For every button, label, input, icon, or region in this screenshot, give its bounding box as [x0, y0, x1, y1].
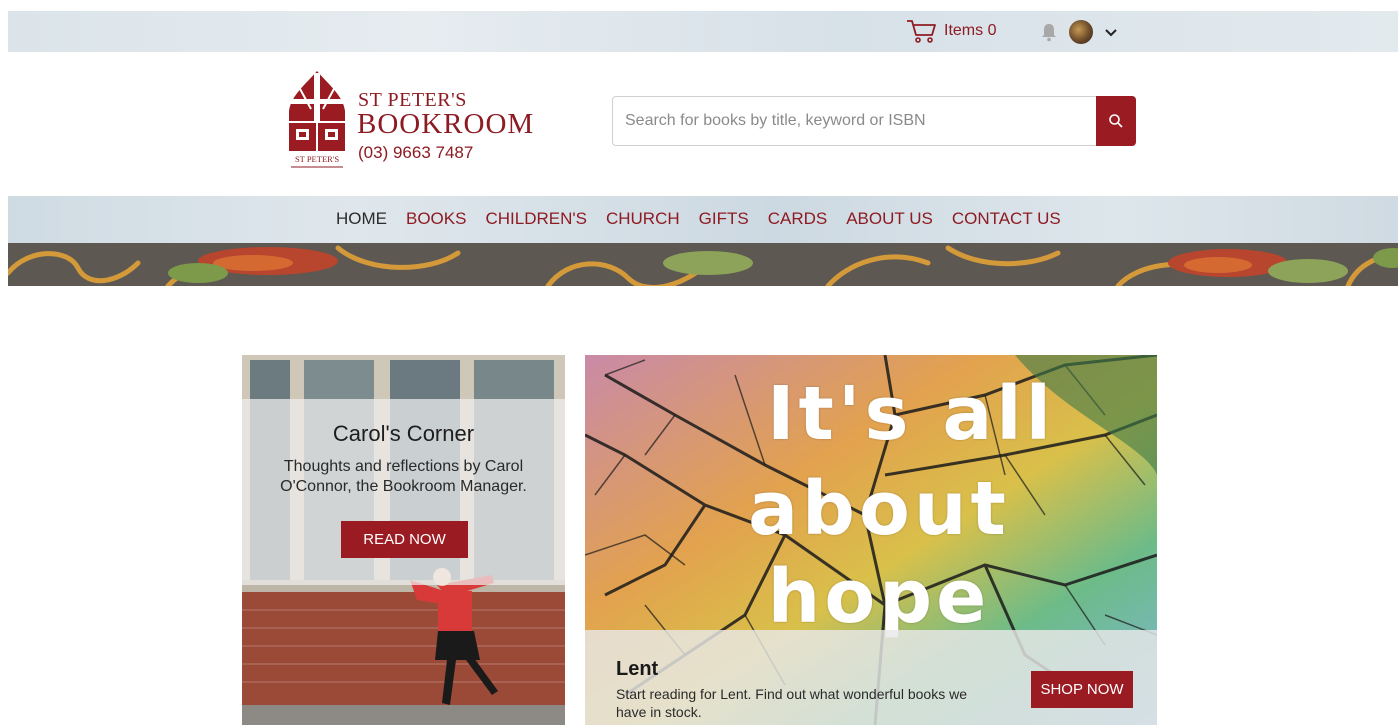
nav-item-church[interactable]: CHURCH — [606, 209, 680, 229]
search-button[interactable] — [1096, 96, 1136, 146]
main-nav: HOME BOOKS CHILDREN'S CHURCH GIFTS CARDS… — [8, 196, 1398, 243]
search-icon — [1109, 114, 1123, 128]
carols-corner-card: Carol's Corner Thoughts and reflections … — [242, 355, 565, 725]
nav-item-childrens[interactable]: CHILDREN'S — [485, 209, 587, 229]
cart-items-count: Items 0 — [944, 22, 997, 39]
avatar[interactable] — [1069, 20, 1093, 44]
nav-item-gifts[interactable]: GIFTS — [699, 209, 749, 229]
shop-now-button[interactable]: SHOP NOW — [1031, 671, 1133, 708]
phone-number[interactable]: (03) 9663 7487 — [358, 143, 473, 163]
lent-description: Start reading for Lent. Find out what wo… — [616, 686, 967, 720]
logo[interactable]: ST PETER'S — [285, 69, 349, 173]
nav-item-contact-us[interactable]: CONTACT US — [952, 209, 1061, 229]
carol-description: Thoughts and reflections by Carol O'Conn… — [280, 458, 527, 495]
search-bar — [612, 96, 1136, 146]
top-bar — [8, 11, 1398, 52]
nav-item-cards[interactable]: CARDS — [768, 209, 828, 229]
cart-icon — [907, 20, 936, 43]
bell-icon[interactable] — [1040, 22, 1058, 42]
banner-line-3: hope — [767, 554, 991, 640]
nav-item-books[interactable]: BOOKS — [406, 209, 466, 229]
banner-line-1: It's all — [766, 371, 1056, 457]
logo-caption: ST PETER'S — [295, 154, 339, 164]
decorative-banner — [8, 243, 1398, 286]
nav-item-about-us[interactable]: ABOUT US — [846, 209, 933, 229]
carol-title: Carol's Corner — [332, 421, 475, 446]
cart-button[interactable]: Items 0 — [906, 18, 996, 44]
lent-card: It's all about hope Lent Start reading f… — [585, 355, 1157, 725]
search-input[interactable] — [613, 97, 1097, 145]
nav-item-home[interactable]: HOME — [336, 209, 387, 229]
banner-line-2: about — [748, 466, 1010, 552]
brand-name-line2: BOOKROOM — [357, 108, 535, 140]
read-now-button[interactable]: READ NOW — [341, 521, 468, 558]
lent-title: Lent — [616, 658, 659, 680]
chevron-down-icon[interactable] — [1103, 25, 1119, 39]
